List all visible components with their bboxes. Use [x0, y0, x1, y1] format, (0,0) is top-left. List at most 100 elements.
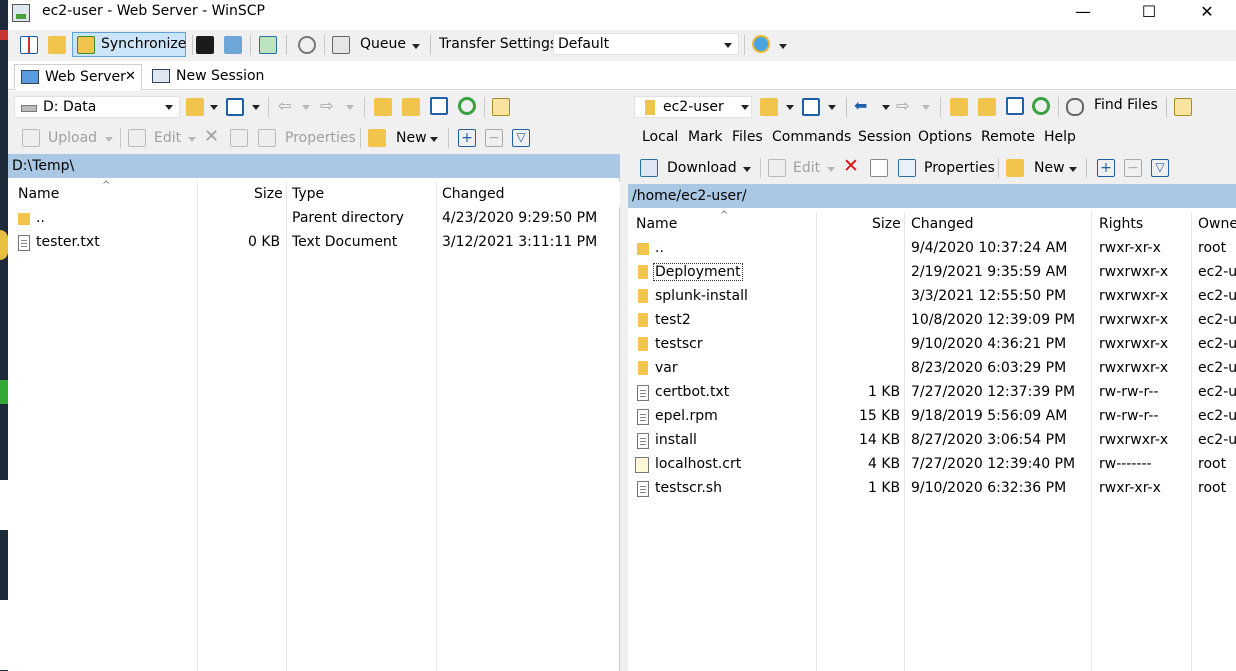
synchronize-button[interactable]: Synchronize [72, 32, 186, 57]
parent-directory-icon[interactable] [950, 98, 968, 116]
new-button[interactable]: New [1034, 158, 1065, 180]
queue-button[interactable]: Queue [360, 34, 406, 56]
column-owner[interactable]: Owne [1198, 216, 1236, 232]
forward-arrow-icon[interactable]: ⇨ [896, 98, 914, 116]
filter-select-icon[interactable]: ▽ [1151, 159, 1169, 177]
column-changed[interactable]: Changed [911, 216, 974, 232]
table-row[interactable]: testscr.sh 1 KB 9/10/2020 6:32:36 PM rwx… [628, 477, 1236, 501]
tree-view-icon[interactable] [1174, 98, 1192, 116]
panel-splitter[interactable] [620, 91, 628, 671]
chevron-down-icon[interactable] [779, 44, 787, 49]
table-row[interactable]: localhost.crt 4 KB 7/27/2020 12:39:40 PM… [628, 453, 1236, 477]
select-files-icon[interactable]: + [458, 129, 476, 147]
maximize-button[interactable]: ☐ [1126, 0, 1172, 26]
find-files-button[interactable]: Find Files [1094, 95, 1158, 117]
filter-icon[interactable] [802, 98, 820, 116]
open-directory-icon[interactable] [186, 98, 204, 116]
menu-files[interactable]: Files [732, 129, 763, 145]
local-drive-select[interactable]: D: Data [14, 96, 180, 118]
properties-button[interactable]: Properties [285, 128, 356, 150]
menu-mark[interactable]: Mark [688, 129, 723, 145]
remote-folder-select[interactable]: ec2-user [634, 96, 752, 118]
terminal-icon[interactable] [196, 36, 214, 54]
chevron-down-icon[interactable] [210, 105, 218, 110]
filter-select-icon[interactable]: ▽ [512, 129, 530, 147]
download-button[interactable]: Download [667, 158, 737, 180]
menu-commands[interactable]: Commands [772, 129, 851, 145]
menu-remote[interactable]: Remote [981, 129, 1035, 145]
queue-dropdown-icon[interactable] [412, 44, 420, 49]
menu-help[interactable]: Help [1044, 129, 1076, 145]
rename-icon[interactable] [870, 159, 888, 177]
tab-web-server[interactable]: Web Server ✕ [14, 64, 142, 90]
column-name[interactable]: Name [18, 186, 59, 202]
new-button[interactable]: New [396, 128, 427, 150]
open-directory-icon[interactable] [760, 98, 778, 116]
upload-button[interactable]: Upload [48, 128, 97, 150]
table-row[interactable]: epel.rpm 15 KB 9/18/2019 5:56:09 AM rw-r… [628, 405, 1236, 429]
chevron-down-icon[interactable] [828, 105, 836, 110]
tab-new-session[interactable]: New Session [146, 64, 266, 90]
refresh-icon[interactable] [458, 97, 476, 115]
putty-icon[interactable] [224, 36, 242, 54]
table-row[interactable]: install 14 KB 8/27/2020 3:06:54 PM rwxrw… [628, 429, 1236, 453]
chevron-down-icon[interactable] [105, 137, 113, 142]
back-arrow-icon[interactable]: ⬅ [854, 98, 872, 116]
gear-icon[interactable] [298, 36, 316, 54]
column-changed[interactable]: Changed [442, 186, 505, 202]
root-directory-icon[interactable] [978, 98, 996, 116]
tree-view-icon[interactable] [492, 98, 510, 116]
home-icon[interactable] [1006, 97, 1024, 115]
rename-icon[interactable] [230, 129, 248, 147]
edit-button[interactable]: Edit [793, 158, 820, 180]
table-row[interactable]: certbot.txt 1 KB 7/27/2020 12:37:39 PM r… [628, 381, 1236, 405]
column-name[interactable]: Name [636, 216, 677, 232]
chevron-down-icon[interactable] [827, 167, 835, 172]
back-arrow-icon[interactable]: ⇦ [278, 98, 296, 116]
chevron-down-icon[interactable] [302, 105, 310, 110]
menu-options[interactable]: Options [918, 129, 972, 145]
root-directory-icon[interactable] [402, 98, 420, 116]
table-row[interactable]: Deployment 2/19/2021 9:35:59 AM rwxrwxr-… [628, 261, 1236, 285]
chevron-down-icon[interactable] [786, 105, 794, 110]
transfer-settings-select[interactable]: Default [553, 33, 739, 55]
properties-button[interactable]: Properties [924, 158, 995, 180]
table-row[interactable]: test2 10/8/2020 12:39:09 PM rwxrwxr-x ec… [628, 309, 1236, 333]
column-rights[interactable]: Rights [1099, 216, 1143, 232]
chevron-down-icon[interactable] [743, 167, 751, 172]
local-path-bar[interactable]: D:\Temp\ [8, 154, 620, 178]
menu-session[interactable]: Session [858, 129, 911, 145]
column-size[interactable]: Size [254, 186, 283, 202]
chevron-down-icon[interactable] [882, 105, 890, 110]
table-row[interactable]: .. Parent directory 4/23/2020 9:29:50 PM [8, 207, 620, 231]
preferences-window-icon[interactable] [259, 36, 277, 54]
home-icon[interactable] [430, 97, 448, 115]
select-files-icon[interactable]: + [1097, 159, 1115, 177]
chevron-down-icon[interactable] [188, 137, 196, 142]
close-tab-icon[interactable]: ✕ [125, 65, 136, 89]
minimize-button[interactable]: — [1060, 0, 1106, 26]
table-row[interactable]: tester.txt 0 KB Text Document 3/12/2021 … [8, 231, 620, 255]
column-size[interactable]: Size [872, 216, 901, 232]
chevron-down-icon[interactable] [1069, 167, 1077, 172]
table-row[interactable]: testscr 9/10/2020 4:36:21 PM rwxrwxr-x e… [628, 333, 1236, 357]
menu-local[interactable]: Local [642, 129, 678, 145]
close-button[interactable]: ✕ [1184, 0, 1230, 26]
delete-icon[interactable]: ✕ [843, 157, 861, 176]
table-row[interactable]: var 8/23/2020 6:03:29 PM rwxrwxr-x ec2-u [628, 357, 1236, 381]
queue-icon[interactable] [332, 36, 350, 54]
refresh-icon[interactable] [1032, 97, 1050, 115]
remote-path-bar[interactable]: /home/ec2-user/ [628, 184, 1236, 208]
chevron-down-icon[interactable] [430, 137, 438, 142]
synchronize-browsing-icon[interactable] [48, 36, 66, 54]
compare-directories-icon[interactable] [20, 36, 38, 54]
parent-directory-icon[interactable] [374, 98, 392, 116]
table-row[interactable]: .. 9/4/2020 10:37:24 AM rwxr-xr-x root [628, 237, 1236, 261]
forward-arrow-icon[interactable]: ⇨ [320, 98, 338, 116]
chevron-down-icon[interactable] [252, 105, 260, 110]
chevron-down-icon[interactable] [346, 105, 354, 110]
delete-icon[interactable]: ✕ [204, 128, 222, 146]
column-type[interactable]: Type [292, 186, 324, 202]
globe-icon[interactable] [752, 35, 770, 53]
unselect-files-icon[interactable]: − [1124, 159, 1142, 177]
